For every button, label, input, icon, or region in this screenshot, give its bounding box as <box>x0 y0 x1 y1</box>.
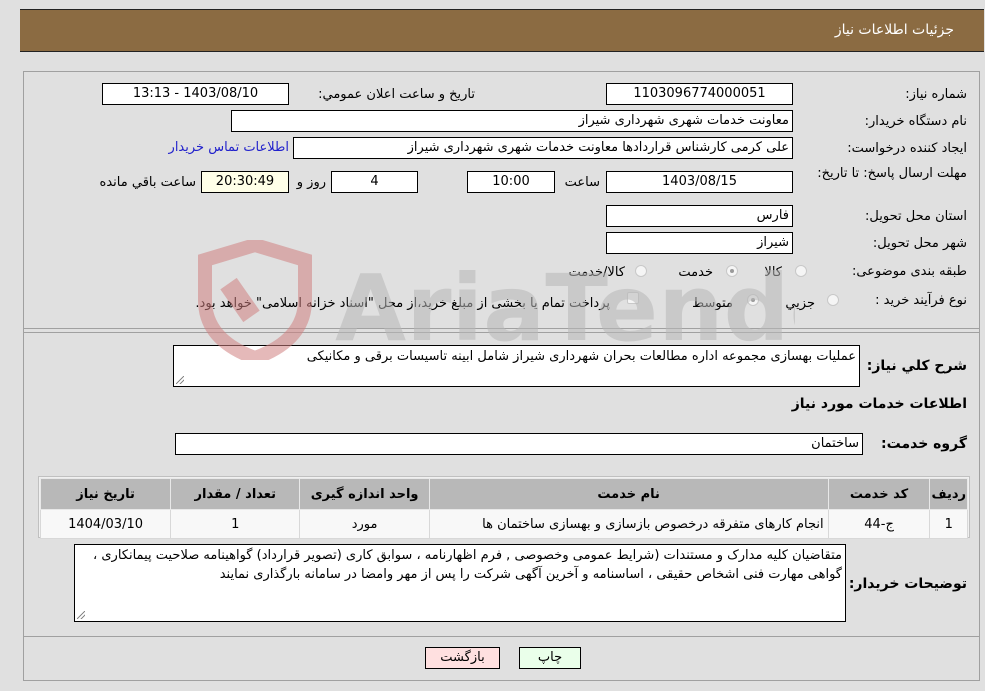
payment-note: پرداخت تمام یا بخشی از مبلغ خرید،از محل … <box>195 296 610 311</box>
description-label: شرح کلي نیاز: <box>866 358 967 374</box>
print-button[interactable]: چاپ <box>519 647 581 669</box>
category-radio-goods-service[interactable] <box>635 265 647 277</box>
days-label: روز و <box>296 175 326 190</box>
deadline-label: مهلت ارسال پاسخ: تا تاریخ: <box>817 166 967 181</box>
category-option-goods: کالا <box>764 265 782 280</box>
need-number-field[interactable]: 1103096774000051 <box>606 83 793 105</box>
col-service-code: کد خدمت <box>827 478 931 510</box>
cell-quantity: 1 <box>170 509 301 539</box>
process-radio-medium[interactable] <box>747 294 759 306</box>
process-radio-minor[interactable] <box>827 294 839 306</box>
cell-unit: مورد <box>299 509 430 539</box>
cell-need-date: 1404/03/10 <box>39 509 172 539</box>
city-field[interactable]: شیراز <box>606 232 793 254</box>
services-table: ردیف کد خدمت نام خدمت واحد اندازه گیری ت… <box>39 478 968 539</box>
deadline-date-field[interactable]: 1403/08/15 <box>606 171 793 193</box>
creator-field[interactable]: علی کرمی کارشناس قراردادها معاونت خدمات … <box>293 137 793 159</box>
divider <box>24 332 979 333</box>
buyer-notes-textarea[interactable]: متقاضیان کلیه مدارک و مستندات (شرایط عمو… <box>74 544 846 622</box>
service-group-label: گروه خدمت: <box>881 436 967 452</box>
buyer-org-field[interactable]: معاونت خدمات شهری شهرداری شیراز <box>231 110 793 132</box>
process-label: نوع فرآیند خرید : <box>875 293 967 308</box>
services-section-title: اطلاعات خدمات مورد نیاز <box>791 396 967 412</box>
remaining-time-field: 20:30:49 <box>201 171 289 193</box>
col-row-number: ردیف <box>929 478 968 510</box>
buyer-notes-label: توضیحات خریدار: <box>848 576 967 592</box>
process-option-minor: جزيي <box>785 296 815 311</box>
cell-service-name: انجام کارهای متفرقه درخصوص بازسازی و بهس… <box>428 509 829 539</box>
treasury-payment-checkbox[interactable] <box>627 292 639 304</box>
col-unit: واحد اندازه گیری <box>299 478 430 510</box>
category-radio-service[interactable] <box>726 265 738 277</box>
process-option-medium: متوسط <box>692 296 733 311</box>
need-number-label: شماره نیاز: <box>905 87 967 102</box>
table-row: 1 ج-44 انجام کارهای متفرقه درخصوص بازساز… <box>39 509 968 539</box>
remaining-label: ساعت باقي مانده <box>99 175 196 190</box>
page-title: جزئیات اطلاعات نیاز <box>834 22 954 38</box>
deadline-time-label: ساعت <box>564 175 600 190</box>
province-label: استان محل تحویل: <box>865 209 967 224</box>
buyer-notes-text: متقاضیان کلیه مدارک و مستندات (شرایط عمو… <box>93 548 842 582</box>
creator-label: ایجاد کننده درخواست: <box>847 141 967 156</box>
resize-grip-icon[interactable] <box>77 611 85 619</box>
cell-service-code: ج-44 <box>827 509 931 539</box>
page-header: جزئیات اطلاعات نیاز <box>20 9 984 52</box>
city-label: شهر محل تحویل: <box>872 236 967 251</box>
category-label: طبقه بندی موضوعی: <box>851 264 967 279</box>
col-service-name: نام خدمت <box>428 478 829 510</box>
cell-row-number: 1 <box>929 509 968 539</box>
service-group-field[interactable]: ساختمان <box>175 433 863 455</box>
buyer-org-label: نام دستگاه خریدار: <box>864 114 967 129</box>
announce-label: تاریخ و ساعت اعلان عمومي: <box>318 87 475 102</box>
announce-field[interactable]: 1403/08/10 - 13:13 <box>102 83 289 105</box>
province-field[interactable]: فارس <box>606 205 793 227</box>
category-option-goods-service: کالا/خدمت <box>568 265 625 280</box>
description-text: عملیات بهسازی مجموعه اداره مطالعات بحران… <box>306 349 856 364</box>
category-option-service: خدمت <box>678 265 713 280</box>
col-quantity: تعداد / مقدار <box>170 478 301 510</box>
days-remaining-field[interactable]: 4 <box>331 171 418 193</box>
divider <box>24 328 979 329</box>
description-textarea[interactable]: عملیات بهسازی مجموعه اداره مطالعات بحران… <box>173 345 860 387</box>
buyer-contact-link[interactable]: اطلاعات تماس خریدار <box>169 140 289 155</box>
category-radio-goods[interactable] <box>795 265 807 277</box>
col-need-date: تاریخ نیاز <box>39 478 172 510</box>
back-button[interactable]: بازگشت <box>425 647 500 669</box>
divider <box>24 636 979 637</box>
resize-grip-icon[interactable] <box>176 376 184 384</box>
deadline-time-field[interactable]: 10:00 <box>467 171 555 193</box>
